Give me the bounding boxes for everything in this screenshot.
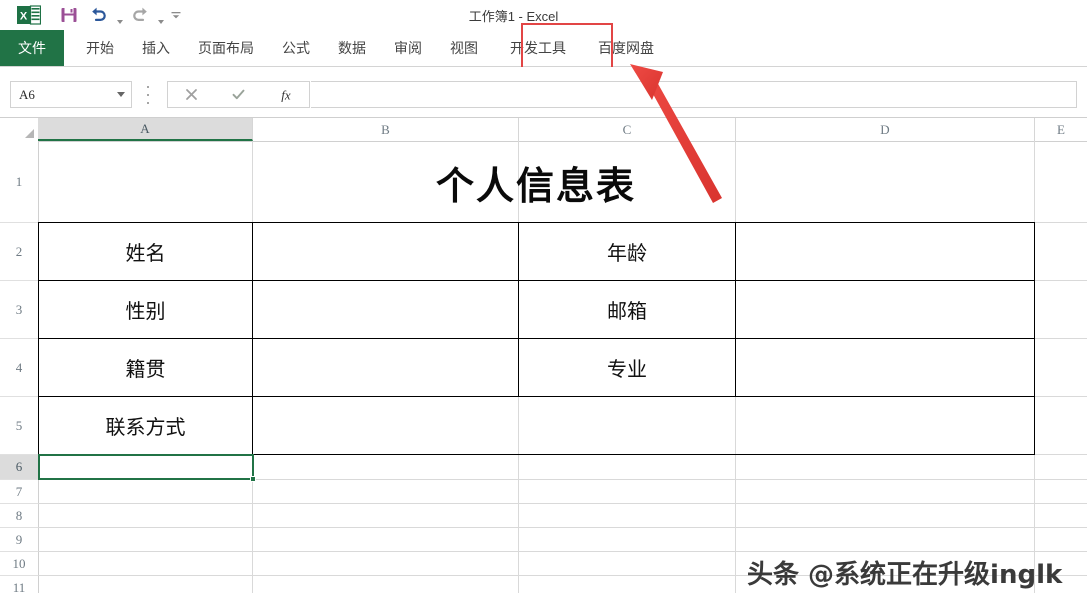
tab-view[interactable]: 视图 (436, 30, 492, 66)
tab-developer[interactable]: 开发工具 (492, 30, 584, 66)
cell-age-value[interactable] (735, 222, 1035, 281)
active-cell-a6[interactable] (38, 454, 254, 480)
row-header-column: 1 2 3 4 5 6 7 8 9 10 11 (0, 141, 39, 593)
ribbon-tabs: 文件 开始 插入 页面布局 公式 数据 审阅 视图 开发工具 百度网盘 (0, 30, 668, 66)
tab-data[interactable]: 数据 (324, 30, 380, 66)
row-header-2[interactable]: 2 (0, 223, 38, 281)
gridline-h-7 (38, 503, 1087, 504)
formula-input[interactable] (311, 81, 1077, 108)
formula-bar-grip (146, 86, 150, 104)
row-header-3[interactable]: 3 (0, 281, 38, 339)
cancel-x-icon (186, 89, 197, 100)
cell-name-value[interactable] (252, 222, 519, 281)
gridline-h-9 (38, 551, 1087, 552)
column-header-e[interactable]: E (1035, 118, 1087, 141)
tab-home[interactable]: 开始 (72, 30, 128, 66)
cell-gender-value[interactable] (252, 280, 519, 339)
cell-hometown-value[interactable] (252, 338, 519, 397)
insert-function-button[interactable]: fx (262, 82, 309, 107)
row-header-9[interactable]: 9 (0, 528, 38, 552)
grid-cells-area[interactable]: 个人信息表 姓名 年龄 性别 邮箱 籍贯 专业 联系方式 头条 @系统正在升级i… (38, 141, 1087, 593)
cell-email-label[interactable]: 邮箱 (518, 280, 736, 339)
tab-baidu-netdisk[interactable]: 百度网盘 (584, 30, 668, 66)
column-header-c[interactable]: C (519, 118, 736, 141)
row-header-11[interactable]: 11 (0, 576, 38, 593)
tab-review[interactable]: 审阅 (380, 30, 436, 66)
sheet-title-cell[interactable]: 个人信息表 (38, 142, 1034, 222)
spreadsheet-grid: A B C D E 1 2 3 4 5 6 7 8 9 10 11 个人信息表 … (0, 118, 1087, 593)
column-header-a[interactable]: A (38, 118, 253, 141)
row-header-7[interactable]: 7 (0, 480, 38, 504)
confirm-check-icon (232, 89, 245, 100)
name-box-dropdown-icon[interactable] (111, 92, 131, 97)
cell-contact-value[interactable] (252, 396, 1035, 455)
row-header-10[interactable]: 10 (0, 552, 38, 576)
row-header-5[interactable]: 5 (0, 397, 38, 455)
formula-action-buttons: fx (167, 81, 310, 108)
cell-gender-label[interactable]: 性别 (38, 280, 253, 339)
row-header-1[interactable]: 1 (0, 141, 38, 223)
cell-age-label[interactable]: 年龄 (518, 222, 736, 281)
row-header-4[interactable]: 4 (0, 339, 38, 397)
select-all-corner-button[interactable] (0, 118, 39, 141)
confirm-entry-button[interactable] (215, 82, 262, 107)
window-title-text: 工作簿1 - Excel (468, 8, 559, 24)
ribbon-tab-strip: 文件 开始 插入 页面布局 公式 数据 审阅 视图 开发工具 百度网盘 (0, 30, 1087, 66)
name-box-value: A6 (19, 86, 35, 102)
tab-page-layout[interactable]: 页面布局 (184, 30, 268, 66)
column-header-d[interactable]: D (736, 118, 1035, 141)
tab-insert[interactable]: 插入 (128, 30, 184, 66)
fill-handle[interactable] (250, 476, 256, 482)
column-header-row: A B C D E (0, 118, 1087, 142)
cancel-entry-button[interactable] (168, 82, 215, 107)
row-header-6[interactable]: 6 (0, 455, 38, 480)
cell-email-value[interactable] (735, 280, 1035, 339)
column-header-b[interactable]: B (253, 118, 519, 141)
gridline-h-8 (38, 527, 1087, 528)
name-box[interactable]: A6 (10, 81, 132, 108)
tab-file[interactable]: 文件 (0, 30, 64, 66)
cell-name-label[interactable]: 姓名 (38, 222, 253, 281)
cell-hometown-label[interactable]: 籍贯 (38, 338, 253, 397)
watermark-text: 头条 @系统正在升级inglk (747, 560, 1063, 590)
fx-insert-function-icon: fx (281, 87, 291, 102)
window-title: 工作簿1 - Excel (0, 0, 1087, 30)
cell-major-value[interactable] (735, 338, 1035, 397)
svg-text:fx: fx (281, 87, 291, 102)
row-header-8[interactable]: 8 (0, 504, 38, 528)
tab-formulas[interactable]: 公式 (268, 30, 324, 66)
cell-contact-label[interactable]: 联系方式 (38, 396, 253, 455)
excel-window: X 工作簿1 - Excel 文件 开始 插入 页面布局 公式 数据 审阅 视图… (0, 0, 1087, 593)
title-bar: X 工作簿1 - Excel (0, 0, 1087, 30)
cell-major-label[interactable]: 专业 (518, 338, 736, 397)
